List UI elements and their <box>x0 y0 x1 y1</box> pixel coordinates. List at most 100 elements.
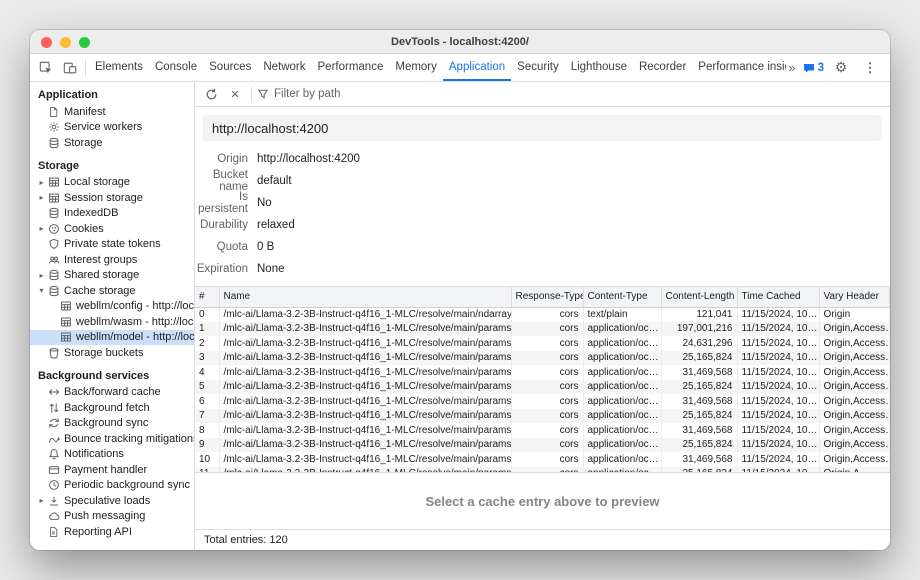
tab-recorder[interactable]: Recorder <box>633 54 692 81</box>
tab-security[interactable]: Security <box>511 54 565 81</box>
cell-content-type: application/oc… <box>583 365 661 380</box>
tab-application[interactable]: Application <box>443 54 511 81</box>
sidebar-item-notifications[interactable]: Notifications <box>30 447 194 463</box>
filter-by-path-input[interactable]: Filter by path <box>257 88 340 100</box>
tab-sources[interactable]: Sources <box>203 54 257 81</box>
column-header-content-length[interactable]: Content-Length <box>661 287 737 307</box>
sidebar-item-payment-handler[interactable]: Payment handler <box>30 462 194 478</box>
more-tabs-icon[interactable]: » <box>786 60 797 75</box>
cookie-icon <box>47 223 60 235</box>
window-titlebar[interactable]: DevTools - localhost:4200/ <box>30 30 890 54</box>
sidebar-item-session-storage[interactable]: ▸Session storage <box>30 190 194 206</box>
close-window-button[interactable] <box>41 37 52 48</box>
table-row[interactable]: 9/mlc-ai/Llama-3.2-3B-Instruct-q4f16_1-M… <box>195 438 890 453</box>
sidebar-item-speculative-loads[interactable]: ▸ Speculative loads <box>30 493 194 509</box>
metadata-list: Originhttp://localhost:4200Bucket namede… <box>195 141 890 286</box>
sidebar-item-reporting-api[interactable]: Reporting API <box>30 524 194 540</box>
sidebar-item-indexeddb[interactable]: IndexedDB <box>30 206 194 222</box>
column-header-content-type[interactable]: Content-Type <box>583 287 661 307</box>
zoom-window-button[interactable] <box>79 37 90 48</box>
table-row[interactable]: 10/mlc-ai/Llama-3.2-3B-Instruct-q4f16_1-… <box>195 452 890 467</box>
inspect-element-icon[interactable] <box>34 56 58 80</box>
sidebar-item-webllm-config-http-loc[interactable]: webllm/config - http://loc… <box>30 299 194 315</box>
table-row[interactable]: 2/mlc-ai/Llama-3.2-3B-Instruct-q4f16_1-M… <box>195 336 890 351</box>
cell-name: /mlc-ai/Llama-3.2-3B-Instruct-q4f16_1-ML… <box>219 307 511 322</box>
table-row[interactable]: 3/mlc-ai/Llama-3.2-3B-Instruct-q4f16_1-M… <box>195 351 890 366</box>
sidebar-item-service-workers[interactable]: Service workers <box>30 120 194 136</box>
tab-elements[interactable]: Elements <box>89 54 149 81</box>
meta-row-durability: Durabilityrelaxed <box>195 214 890 236</box>
minimize-window-button[interactable] <box>60 37 71 48</box>
settings-gear-icon[interactable]: ⚙ <box>829 56 853 80</box>
chevron-right-icon[interactable]: ▸ <box>36 224 47 233</box>
application-sidebar: ApplicationManifestService workersStorag… <box>30 82 195 550</box>
delete-selected-icon[interactable]: ✕ <box>224 83 246 105</box>
column-header-response-type[interactable]: Response-Type <box>511 287 583 307</box>
origin-title: http://localhost:4200 <box>212 121 328 136</box>
chevron-right-icon[interactable]: ▸ <box>36 496 47 505</box>
sidebar-item-label: Reporting API <box>64 526 132 538</box>
grid-header-row: #NameResponse-TypeContent-TypeContent-Le… <box>195 287 890 307</box>
tab-lighthouse[interactable]: Lighthouse <box>565 54 633 81</box>
tab-performance[interactable]: Performance <box>312 54 390 81</box>
messages-badge[interactable]: 3 <box>803 62 824 74</box>
column-header-time-cached[interactable]: Time Cached <box>737 287 819 307</box>
sidebar-item-shared-storage[interactable]: ▸Shared storage <box>30 268 194 284</box>
message-count: 3 <box>818 62 824 74</box>
sidebar-item-label: Local storage <box>64 176 130 188</box>
sidebar-item-webllm-wasm-http-loca[interactable]: webllm/wasm - http://loca… <box>30 314 194 330</box>
cell-: 2 <box>195 336 219 351</box>
chevron-right-icon[interactable]: ▸ <box>36 178 47 187</box>
sidebar-item-private-state-tokens[interactable]: Private state tokens <box>30 237 194 253</box>
device-toolbar-icon[interactable] <box>58 56 82 80</box>
column-header-[interactable]: # <box>195 287 219 307</box>
tab-performance-insights[interactable]: Performance insights <box>692 54 786 81</box>
sidebar-item-background-fetch[interactable]: Background fetch <box>30 400 194 416</box>
table-row[interactable]: 5/mlc-ai/Llama-3.2-3B-Instruct-q4f16_1-M… <box>195 380 890 395</box>
chevron-right-icon[interactable]: ▸ <box>36 271 47 280</box>
sidebar-item-storage[interactable]: Storage <box>30 135 194 151</box>
table-row[interactable]: 8/mlc-ai/Llama-3.2-3B-Instruct-q4f16_1-M… <box>195 423 890 438</box>
cell-content-length: 121,041 <box>661 307 737 322</box>
column-header-vary-header[interactable]: Vary Header <box>819 287 890 307</box>
sidebar-item-label: Payment handler <box>64 464 147 476</box>
sidebar-item-bounce-tracking-mitigations[interactable]: Bounce tracking mitigations <box>30 431 194 447</box>
tab-memory[interactable]: Memory <box>389 54 443 81</box>
sidebar-item-periodic-background-sync[interactable]: Periodic background sync <box>30 478 194 494</box>
database-icon <box>47 207 60 219</box>
cache-view-scroll: http://localhost:4200 Originhttp://local… <box>195 107 890 529</box>
sidebar-item-back-forward-cache[interactable]: Back/forward cache <box>30 385 194 401</box>
sidebar-item-manifest[interactable]: Manifest <box>30 104 194 120</box>
sidebar-item-cookies[interactable]: ▸Cookies <box>30 221 194 237</box>
sidebar-item-label: Speculative loads <box>64 495 150 507</box>
cell-content-length: 25,165,824 <box>661 380 737 395</box>
table-row[interactable]: 1/mlc-ai/Llama-3.2-3B-Instruct-q4f16_1-M… <box>195 322 890 337</box>
chevron-down-icon[interactable]: ▾ <box>36 286 47 295</box>
sidebar-item-background-sync[interactable]: Background sync <box>30 416 194 432</box>
cell-vary-header: Origin,Access… <box>819 351 890 366</box>
cell-time-cached: 11/15/2024, 10… <box>737 380 819 395</box>
sidebar-item-storage-buckets[interactable]: Storage buckets <box>30 345 194 361</box>
table-row[interactable]: 6/mlc-ai/Llama-3.2-3B-Instruct-q4f16_1-M… <box>195 394 890 409</box>
database-icon <box>47 137 60 149</box>
tab-console[interactable]: Console <box>149 54 203 81</box>
table-row[interactable]: 4/mlc-ai/Llama-3.2-3B-Instruct-q4f16_1-M… <box>195 365 890 380</box>
sidebar-item-push-messaging[interactable]: Push messaging <box>30 509 194 525</box>
column-header-name[interactable]: Name <box>219 287 511 307</box>
table-icon <box>59 300 72 312</box>
cell-vary-header: Origin,Access… <box>819 394 890 409</box>
meta-row-is-persistent: Is persistentNo <box>195 192 890 214</box>
refresh-icon[interactable] <box>200 83 222 105</box>
tab-network[interactable]: Network <box>257 54 311 81</box>
chevron-right-icon[interactable]: ▸ <box>36 193 47 202</box>
cloud-icon <box>47 510 60 522</box>
tab-label: Elements <box>95 61 143 73</box>
sidebar-item-cache-storage[interactable]: ▾Cache storage <box>30 283 194 299</box>
table-row[interactable]: 7/mlc-ai/Llama-3.2-3B-Instruct-q4f16_1-M… <box>195 409 890 424</box>
sidebar-item-interest-groups[interactable]: Interest groups <box>30 252 194 268</box>
sidebar-item-webllm-model-http-loc[interactable]: webllm/model - http://loc… <box>30 330 194 346</box>
kebab-menu-icon[interactable]: ⋮ <box>858 56 882 80</box>
sidebar-item-label: Notifications <box>64 448 124 460</box>
table-row[interactable]: 0/mlc-ai/Llama-3.2-3B-Instruct-q4f16_1-M… <box>195 307 890 322</box>
sidebar-item-local-storage[interactable]: ▸ Local storage <box>30 175 194 191</box>
